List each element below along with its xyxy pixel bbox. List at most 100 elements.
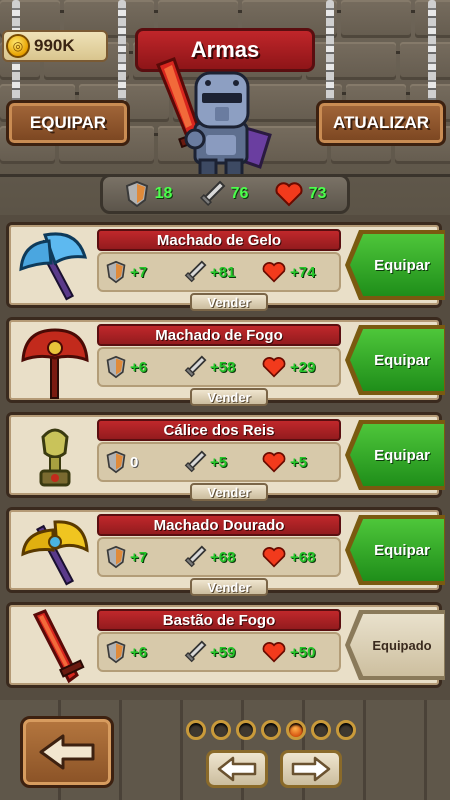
weapon-list: Machado de Gelo +7 +81 +74 Vender Equipa… (0, 215, 450, 700)
weapon-name-plate: Bastão de Fogo (97, 609, 341, 631)
page-dot (186, 720, 206, 740)
weapon-name: Cálice dos Reis (163, 421, 275, 439)
health-value: +74 (290, 263, 316, 281)
sell-button[interactable]: Vender (190, 388, 268, 406)
equip-sign-button[interactable]: EQUIPAR (6, 100, 130, 146)
attack-value: +5 (210, 453, 228, 471)
weapon-card: Bastão de Fogo +6 +59 +50 Equipado (6, 602, 445, 688)
sword-icon (184, 260, 207, 283)
chain (428, 0, 436, 102)
heart-icon (262, 642, 286, 663)
weapon-name-plate: Cálice dos Reis (97, 419, 341, 441)
weapon-stats: +7 +68 +68 (97, 537, 341, 577)
sell-button[interactable]: Vender (190, 483, 268, 501)
attack-value: +81 (210, 263, 236, 281)
sell-button[interactable]: Vender (190, 293, 268, 311)
knight-character (156, 57, 272, 178)
page-dot (261, 720, 281, 740)
attack-value: +58 (210, 358, 236, 376)
defense-value: +7 (130, 263, 148, 281)
sword-icon (184, 640, 207, 663)
chain (118, 0, 126, 102)
heart-icon (262, 357, 286, 378)
right-arrow-icon (291, 756, 331, 782)
page-dot (236, 720, 256, 740)
sell-button[interactable]: Vender (190, 578, 268, 596)
header: ◎ 990K Armas EQUIPAR ATUALIZAR 18 76 73 (0, 0, 450, 215)
weapon-card: Machado de Fogo +6 +58 +29 Vender Equipa… (6, 317, 445, 406)
sell-label: Vender (207, 389, 251, 405)
chalice-icon (39, 428, 71, 487)
page-dot (211, 720, 231, 740)
page-dot (336, 720, 356, 740)
defense-value: +6 (130, 643, 148, 661)
equip-button[interactable]: Equipar (345, 325, 445, 395)
equip-button[interactable]: Equipar (345, 420, 445, 490)
weapon-card: Machado Dourado +7 +68 +68 Vender Equipa… (6, 507, 445, 596)
fire-staff-icon (32, 609, 85, 684)
defense-value: +6 (130, 358, 148, 376)
weapon-name: Machado Dourado (153, 516, 285, 534)
weapon-stats: 0 +5 +5 (97, 442, 341, 482)
heart-icon (262, 547, 286, 568)
equip-sign-label: EQUIPAR (29, 113, 107, 132)
total-stats-bar: 18 76 73 (100, 174, 350, 214)
sword-icon (199, 180, 226, 207)
health-value: +29 (290, 358, 316, 376)
equip-button[interactable]: Equipar (345, 230, 445, 300)
equip-label: Equipar (374, 541, 430, 559)
total-defense-value: 18 (154, 185, 173, 202)
shield-icon (106, 260, 126, 284)
coin-counter: ◎ 990K (2, 30, 108, 62)
equip-label: Equipar (374, 351, 430, 369)
shield-icon (125, 180, 148, 208)
total-attack-value: 76 (230, 185, 249, 202)
shield-icon (106, 545, 126, 569)
weapon-name-plate: Machado de Gelo (97, 229, 341, 251)
upgrade-sign-label: ATUALIZAR (333, 113, 429, 132)
shield-icon (106, 640, 126, 664)
heart-icon (262, 452, 286, 473)
equipped-label: Equipado (372, 637, 432, 653)
weapon-name-plate: Machado de Fogo (97, 324, 341, 346)
weapon-name-plate: Machado Dourado (97, 514, 341, 536)
next-page-button[interactable] (280, 750, 342, 788)
heart-icon (262, 262, 286, 283)
fire-axe-icon (21, 328, 89, 399)
coin-icon: ◎ (6, 34, 30, 58)
equipped-status-button: Equipado (345, 610, 445, 680)
equip-button[interactable]: Equipar (345, 515, 445, 585)
sword-icon (184, 450, 207, 473)
weapon-name: Machado de Fogo (155, 326, 283, 344)
sell-label: Vender (207, 484, 251, 500)
attack-value: +68 (210, 548, 236, 566)
equip-label: Equipar (374, 446, 430, 464)
health-value: +68 (290, 548, 316, 566)
total-health: 73 (274, 181, 327, 207)
heart-icon (275, 182, 303, 207)
sword-icon (184, 545, 207, 568)
defense-value: 0 (130, 453, 139, 471)
page-indicator (186, 720, 356, 740)
upgrade-sign-button[interactable]: ATUALIZAR (316, 100, 446, 146)
defense-value: +7 (130, 548, 148, 566)
back-button[interactable] (20, 716, 114, 788)
prev-page-button[interactable] (206, 750, 268, 788)
weapon-name: Machado de Gelo (156, 231, 282, 249)
weapon-stats: +6 +59 +50 (97, 632, 341, 672)
health-value: +5 (290, 453, 308, 471)
page-dot-active (286, 720, 306, 740)
weapon-card: Machado de Gelo +7 +81 +74 Vender Equipa… (6, 222, 445, 311)
chain (326, 0, 334, 102)
attack-value: +59 (210, 643, 236, 661)
sell-label: Vender (207, 294, 251, 310)
weapon-stats: +7 +81 +74 (97, 252, 341, 292)
weapon-card: Cálice dos Reis 0 +5 +5 Vender Equipar (6, 412, 445, 501)
golden-axe-icon (21, 520, 89, 586)
shield-icon (106, 355, 126, 379)
weapon-name: Bastão de Fogo (162, 611, 276, 629)
total-health-value: 73 (308, 185, 327, 202)
health-value: +50 (290, 643, 316, 661)
page-dot (311, 720, 331, 740)
sword-icon (184, 355, 207, 378)
